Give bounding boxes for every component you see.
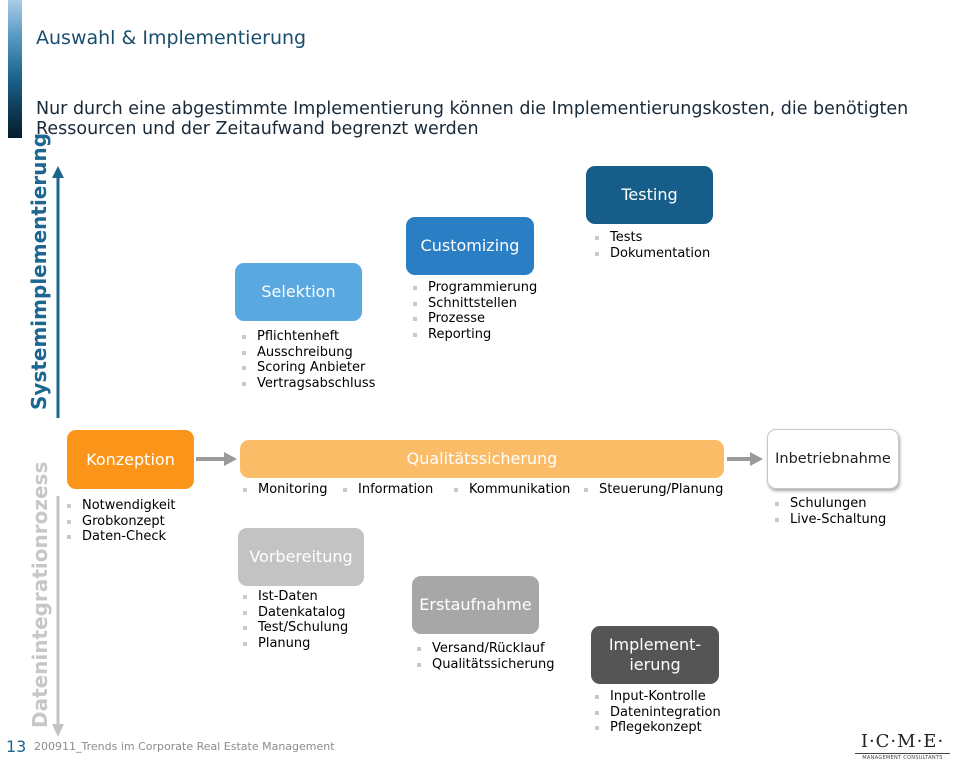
implementierung-list: Input-Kontrolle Datenintegration Pflegek… (593, 689, 721, 736)
list-item: Ist-Daten (241, 589, 348, 605)
data-axis-arrow (52, 496, 64, 737)
list-item: Notwendigkeit (65, 498, 176, 514)
list-item: Ausschreibung (240, 345, 375, 361)
step-testing: Testing (586, 166, 713, 224)
list-item: Information (341, 482, 433, 497)
customizing-list: Programmierung Schnittstellen Prozesse R… (411, 280, 537, 343)
list-item: Prozesse (411, 311, 537, 327)
list-item: Reporting (411, 327, 537, 343)
logo-rule (855, 753, 950, 754)
logo-wordmark: I·C·M·E· (860, 731, 945, 752)
list-item: Test/Schulung (241, 620, 348, 636)
phase-label: Konzeption (86, 449, 175, 469)
step-label: Implement-ierung (608, 635, 702, 674)
list-item: Qualitätssicherung (415, 657, 554, 673)
step-label: Selektion (261, 282, 336, 301)
selektion-list: Pflichtenheft Ausschreibung Scoring Anbi… (240, 329, 375, 392)
list-item: Versand/Rücklauf (415, 641, 554, 657)
list-item: Vertragsabschluss (240, 376, 375, 392)
step-vorbereitung: Vorbereitung (238, 528, 364, 586)
footer-document-name: 200911_Trends im Corporate Real Estate M… (34, 740, 335, 753)
list-item: Steuerung/Planung (582, 482, 723, 497)
list-item: Kommunikation (452, 482, 570, 497)
list-item: Dokumentation (593, 246, 710, 262)
logo-tagline: MANAGEMENT CONSULTANTS (862, 755, 943, 761)
axis-label-system: Systemimplementierung (27, 132, 51, 410)
list-item: Datenintegration (593, 705, 721, 721)
step-erstaufnahme: Erstaufnahme (412, 576, 539, 634)
list-item: Schulungen (773, 496, 886, 512)
erstaufnahme-list: Versand/Rücklauf Qualitätssicherung (415, 641, 554, 672)
vorbereitung-list: Ist-Daten Datenkatalog Test/Schulung Pla… (241, 589, 348, 652)
list-item: Live-Schaltung (773, 512, 886, 528)
company-logo: I·C·M·E· MANAGEMENT CONSULTANTS (855, 733, 950, 761)
phase-konzeption: Konzeption (67, 430, 194, 489)
list-item: Pflegekonzept (593, 720, 721, 736)
list-item: Grobkonzept (65, 514, 176, 530)
konzeption-list: Notwendigkeit Grobkonzept Daten-Check (65, 498, 176, 545)
list-item: Monitoring (241, 482, 328, 497)
page-number: 13 (6, 737, 27, 756)
phase-inbetriebnahme: Inbetriebnahme (767, 429, 899, 489)
phase-label: Qualitätssicherung (406, 449, 558, 468)
testing-list: Tests Dokumentation (593, 230, 710, 261)
inbetriebnahme-list: Schulungen Live-Schaltung (773, 496, 886, 527)
list-item: Daten-Check (65, 529, 176, 545)
arrow-qs-to-inbetriebnahme (727, 452, 763, 466)
axis-label-data: Datenintegrationrozess (28, 461, 52, 728)
system-axis-arrow (52, 166, 64, 418)
step-selektion: Selektion (235, 263, 362, 321)
phase-qualitaetssicherung: Qualitätssicherung (240, 440, 724, 478)
list-item: Scoring Anbieter (240, 360, 375, 376)
step-label: Testing (621, 185, 678, 204)
step-label: Customizing (420, 236, 520, 255)
list-item: Programmierung (411, 280, 537, 296)
phase-label: Inbetriebnahme (775, 451, 891, 467)
step-implementierung: Implement-ierung (591, 626, 719, 684)
list-item: Datenkatalog (241, 605, 348, 621)
arrow-konzeption-to-qs (196, 452, 237, 466)
step-label: Vorbereitung (249, 547, 353, 566)
step-label: Erstaufnahme (419, 595, 532, 614)
list-item: Input-Kontrolle (593, 689, 721, 705)
list-item: Planung (241, 636, 348, 652)
step-customizing: Customizing (406, 217, 534, 275)
list-item: Pflichtenheft (240, 329, 375, 345)
list-item: Tests (593, 230, 710, 246)
list-item: Schnittstellen (411, 296, 537, 312)
